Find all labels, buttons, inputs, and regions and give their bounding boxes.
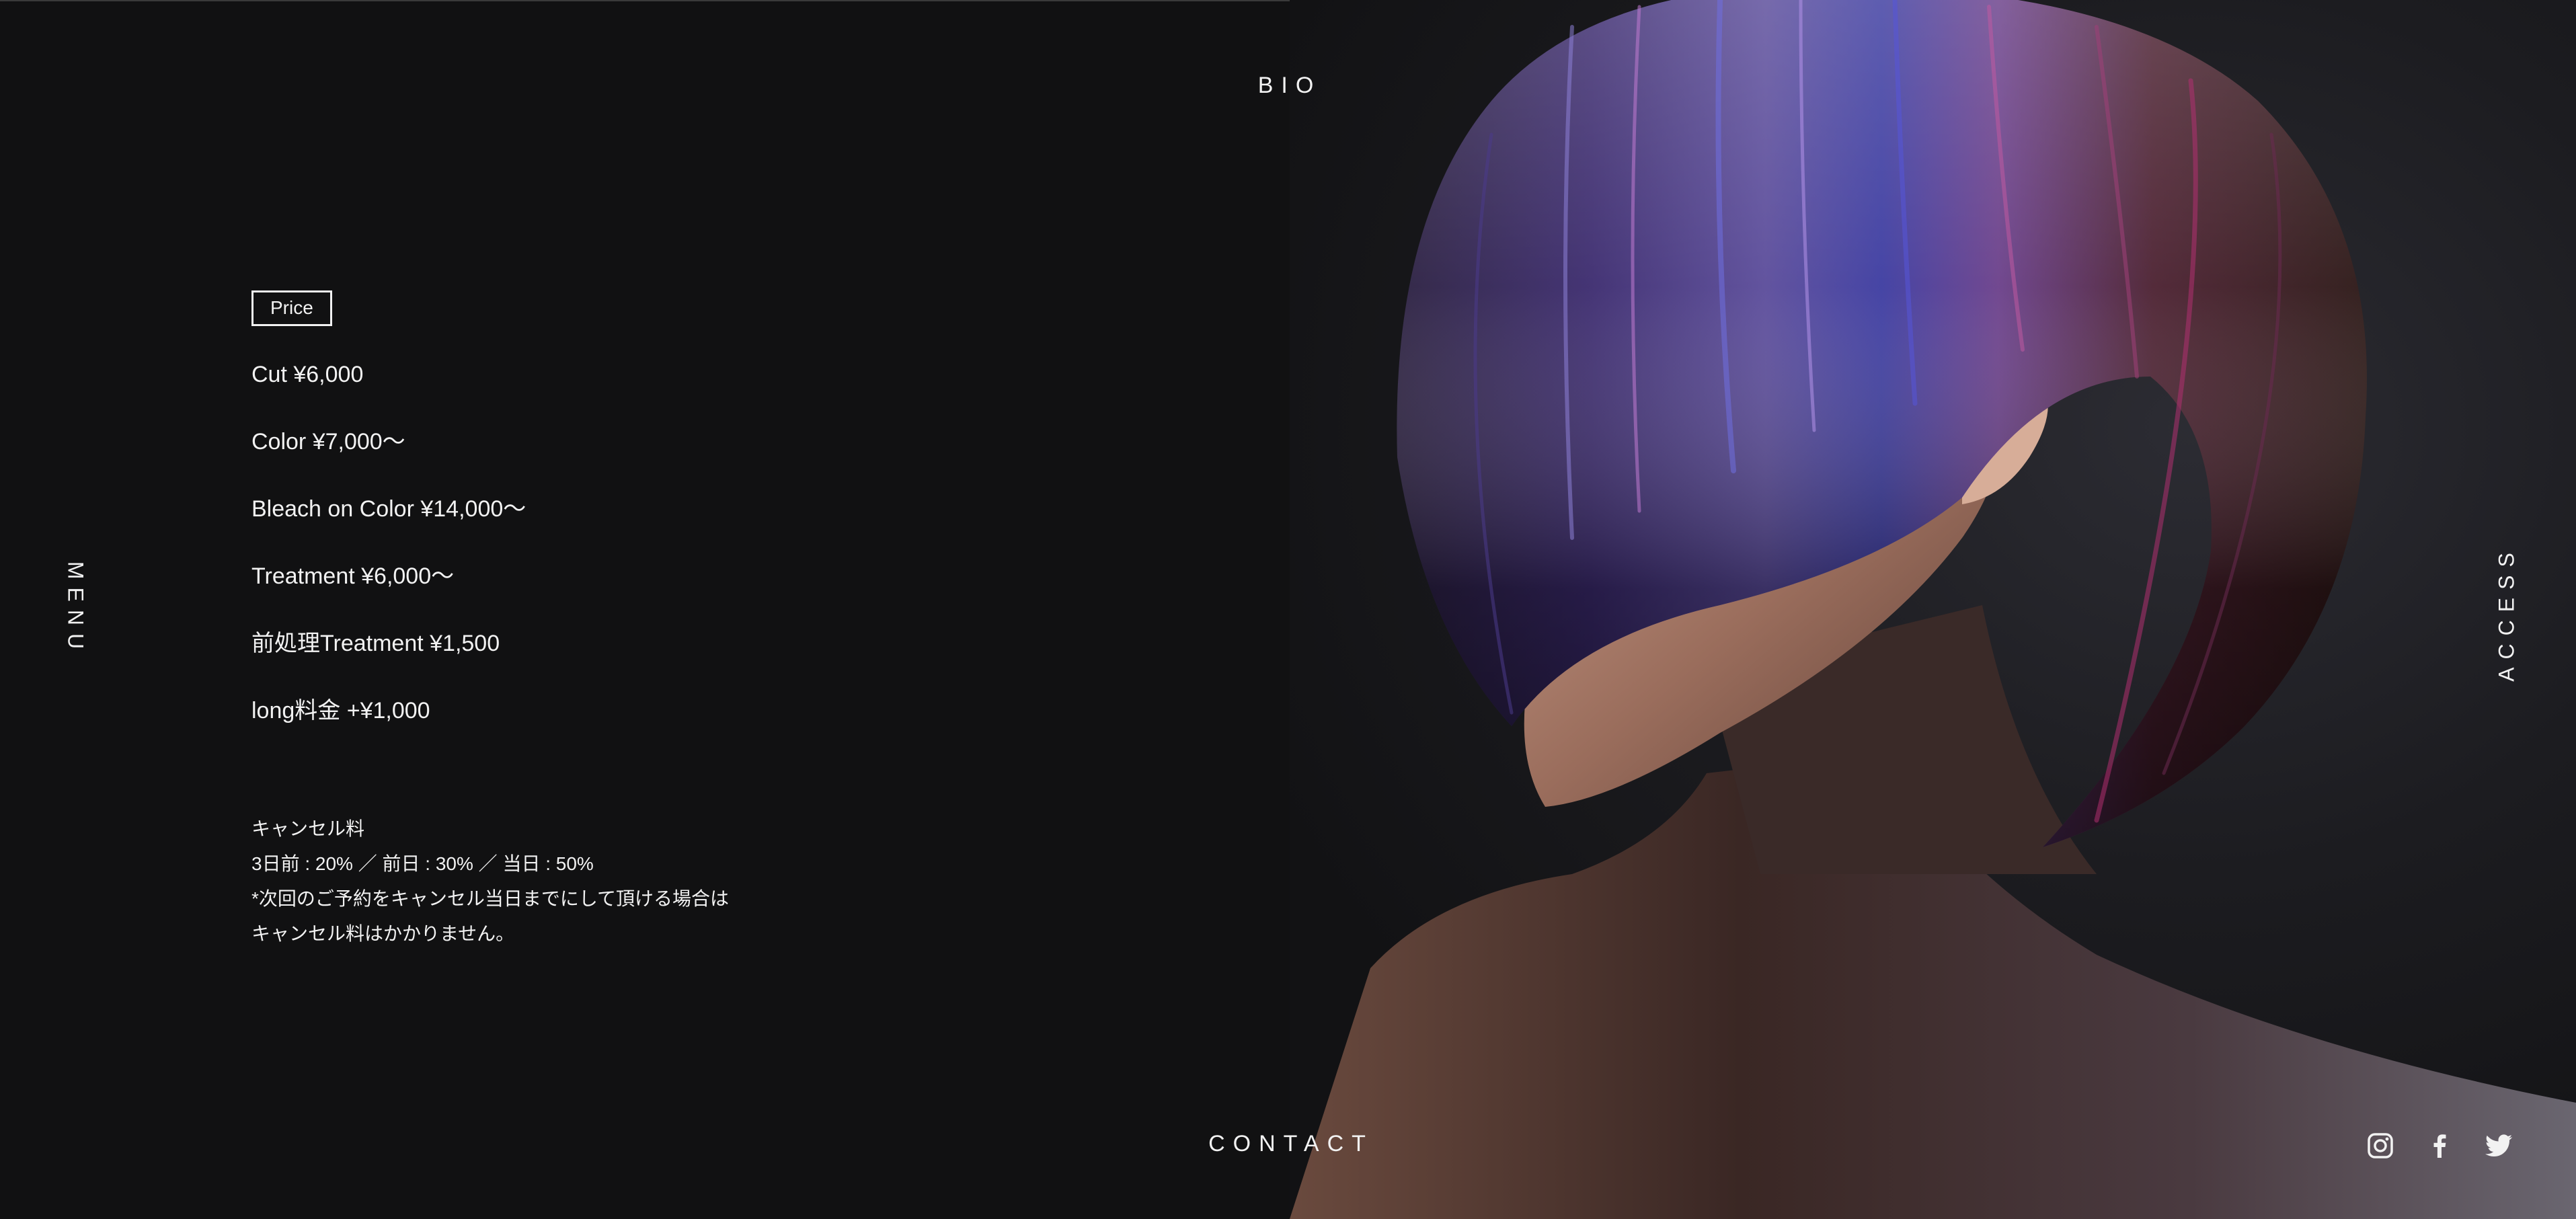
- price-item-treatment: Treatment ¥6,000〜: [251, 563, 455, 589]
- cancellation-rates: 3日前 : 20% ／ 前日 : 30% ／ 当日 : 50%: [251, 853, 594, 874]
- hair-model-illustration: [1290, 0, 2576, 1219]
- cancellation-note-line-2: キャンセル料はかかりません。: [251, 923, 515, 944]
- price-list: Cut ¥6,000 Color ¥7,000〜 Bleach on Color…: [251, 361, 1058, 724]
- price-section: Price Cut ¥6,000 Color ¥7,000〜 Bleach on…: [251, 290, 1058, 951]
- cancellation-policy: キャンセル料 3日前 : 20% ／ 前日 : 30% ／ 当日 : 50% *…: [251, 812, 1058, 951]
- price-item-long-fee: long料金 +¥1,000: [251, 698, 430, 723]
- nav-menu-link[interactable]: MENU: [63, 561, 88, 657]
- instagram-icon[interactable]: [2366, 1131, 2395, 1161]
- nav-bio-link[interactable]: BIO: [1231, 73, 1349, 99]
- price-item-bleach-on-color: Bleach on Color ¥14,000〜: [251, 496, 526, 522]
- hero-photo: [1290, 0, 2576, 1219]
- cancellation-title: キャンセル料: [251, 818, 365, 839]
- nav-contact-link[interactable]: CONTACT: [1157, 1131, 1426, 1157]
- price-item-color: Color ¥7,000〜: [251, 429, 405, 455]
- facebook-icon[interactable]: [2425, 1131, 2454, 1161]
- page: BIO CONTACT MENU ACCESS Price Cut ¥6,000…: [0, 0, 2576, 1219]
- twitter-icon[interactable]: [2484, 1131, 2513, 1161]
- nav-access-link[interactable]: ACCESS: [2495, 545, 2520, 682]
- cancellation-note-line-1: *次回のご予約をキャンセル当日までにして頂ける場合は: [251, 888, 730, 909]
- price-heading-tag: Price: [251, 290, 332, 326]
- price-item-pre-treatment: 前処理Treatment ¥1,500: [251, 631, 500, 656]
- price-item-cut: Cut ¥6,000: [251, 362, 364, 387]
